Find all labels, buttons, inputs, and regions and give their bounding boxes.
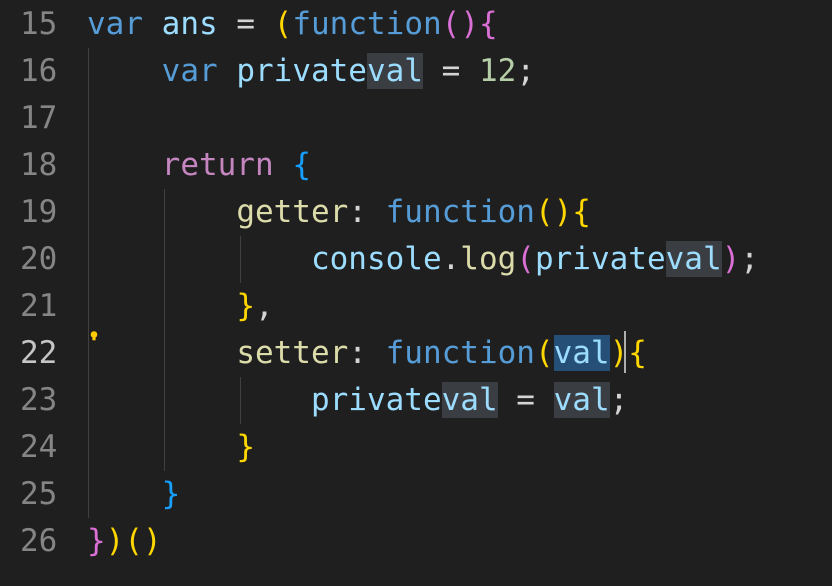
code-text[interactable]: setter: function(val){	[87, 330, 647, 377]
code-token: }	[236, 429, 255, 465]
code-token: (	[273, 6, 293, 42]
code-token: }	[87, 523, 106, 559]
code-token: {	[628, 335, 647, 371]
code-token: :	[348, 335, 386, 371]
code-token: ()	[534, 194, 573, 230]
code-line[interactable]: 23 privateval = val;	[0, 377, 832, 424]
highlighted-token: val	[665, 241, 722, 277]
line-number: 25	[20, 476, 58, 512]
code-line[interactable]: 19 getter: function(){	[0, 189, 832, 236]
code-token: ()	[441, 6, 479, 42]
line-number: 24	[20, 429, 58, 465]
code-token: :	[348, 194, 386, 230]
code-token: =	[497, 382, 554, 418]
code-token: )	[721, 241, 741, 277]
code-line[interactable]: 15 var ans = (function(){	[0, 1, 832, 48]
code-token: ;	[609, 382, 629, 418]
highlighted-token: val	[366, 53, 423, 89]
code-token: ;	[740, 241, 759, 277]
line-number: 18	[20, 147, 58, 183]
code-line[interactable]: 24 }	[0, 424, 832, 471]
highlighted-token: val	[441, 382, 498, 418]
code-token: private	[310, 382, 442, 418]
line-number: 23	[20, 382, 58, 418]
code-line[interactable]: 21 },	[0, 283, 832, 330]
code-token: var	[87, 6, 143, 42]
code-line[interactable]: 18 return {	[0, 142, 832, 189]
code-token: )	[609, 335, 629, 371]
code-token: function	[385, 335, 535, 371]
code-line[interactable]: 16 var privateval = 12;	[0, 48, 832, 95]
code-text[interactable]: },	[87, 283, 274, 330]
code-text[interactable]: return {	[87, 142, 311, 189]
line-number: 16	[20, 53, 58, 89]
code-token: 12	[478, 53, 517, 89]
code-text[interactable]: }	[87, 471, 181, 518]
line-number: 22	[20, 335, 58, 371]
line-number: 15	[20, 6, 58, 42]
code-text[interactable]: privateval = val;	[87, 377, 628, 424]
code-token: (	[516, 241, 535, 277]
code-token: setter	[236, 335, 349, 371]
code-token: {	[292, 147, 311, 183]
line-number: 17	[20, 100, 58, 136]
code-token: log	[460, 241, 517, 277]
line-number: 19	[20, 194, 58, 230]
code-token: =	[217, 6, 274, 42]
code-line[interactable]: 17	[0, 95, 832, 142]
code-line[interactable]: 22 setter: function(val){	[0, 330, 832, 377]
code-editor[interactable]: 15 var ans = (function(){16 var privateva…	[0, 0, 832, 586]
code-token: ans	[161, 6, 218, 42]
code-token: =	[422, 53, 479, 89]
code-token: private	[534, 241, 666, 277]
code-text[interactable]: var ans = (function(){	[87, 1, 498, 48]
code-token: )	[105, 523, 125, 559]
code-text[interactable]: var privateval = 12;	[87, 48, 535, 95]
code-token: .	[441, 241, 461, 277]
code-token: }	[236, 288, 255, 324]
line-number: 20	[20, 241, 58, 277]
line-number: 26	[20, 523, 58, 559]
code-token: getter	[236, 194, 349, 230]
code-token: (	[534, 335, 554, 371]
selected-token: val	[553, 335, 610, 371]
code-line[interactable]: 20 console.log(privateval);	[0, 236, 832, 283]
code-token: {	[572, 194, 591, 230]
code-text[interactable]: console.log(privateval);	[87, 236, 759, 283]
code-token: var	[161, 53, 218, 89]
highlighted-token: val	[553, 382, 610, 418]
code-token: function	[385, 194, 535, 230]
code-token: console	[310, 241, 442, 277]
code-line[interactable]: 25 }	[0, 471, 832, 518]
code-text[interactable]: getter: function(){	[87, 189, 591, 236]
code-token: private	[236, 53, 367, 89]
code-text[interactable]: }	[87, 424, 255, 471]
line-number: 21	[20, 288, 58, 324]
code-line[interactable]: 26})()	[0, 518, 832, 565]
code-text[interactable]: })()	[87, 518, 162, 565]
code-token: ()	[124, 523, 162, 559]
code-token: ,	[254, 288, 274, 324]
code-token: ;	[516, 53, 535, 89]
code-token: return	[161, 147, 274, 183]
code-token: function	[292, 6, 442, 42]
code-token: }	[161, 476, 181, 512]
code-token: {	[478, 6, 498, 42]
